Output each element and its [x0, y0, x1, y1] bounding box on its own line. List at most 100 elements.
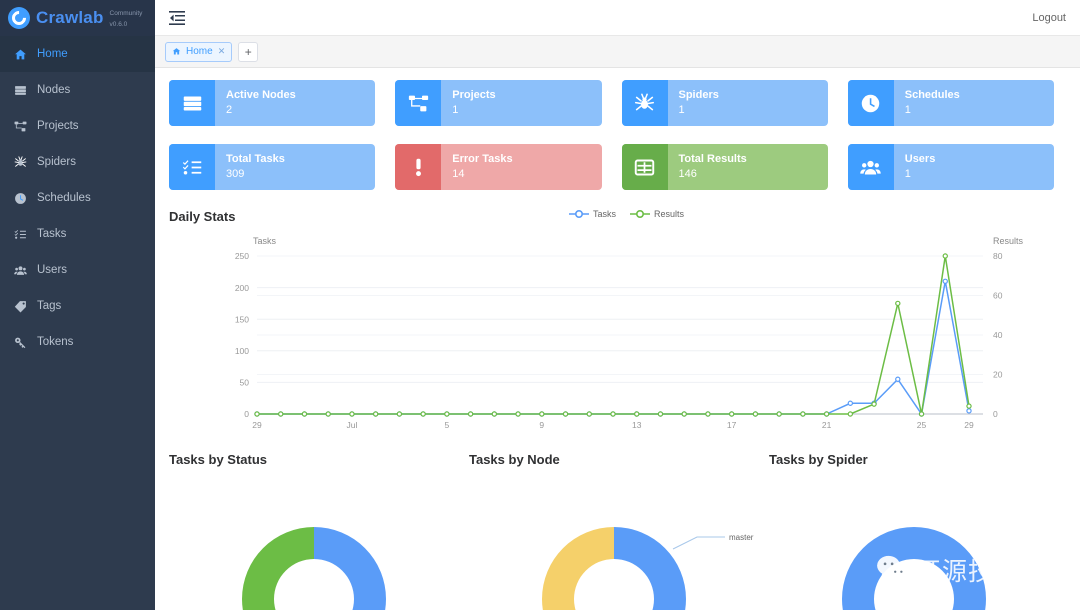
stat-card-value: 309 — [226, 167, 375, 182]
stat-card-value: 1 — [905, 103, 1054, 118]
stat-card-error-tasks[interactable]: Error Tasks14 — [395, 144, 601, 190]
table-icon — [622, 144, 668, 190]
y-tick-label-right: 20 — [993, 370, 1003, 380]
data-point[interactable] — [326, 412, 330, 416]
sidebar-item-tags[interactable]: Tags — [0, 288, 155, 324]
add-tab-button[interactable]: + — [238, 42, 258, 62]
sidebar-item-spiders[interactable]: Spiders — [0, 144, 155, 180]
donut-slice[interactable] — [314, 527, 386, 610]
donut-slice[interactable] — [614, 527, 686, 610]
data-point[interactable] — [848, 412, 852, 416]
page-content: Active Nodes2 Projects1 Spiders1 Schedules1… — [155, 68, 1080, 610]
data-point[interactable] — [635, 412, 639, 416]
data-point[interactable] — [492, 412, 496, 416]
sidebar-item-tasks[interactable]: Tasks — [0, 216, 155, 252]
data-point[interactable] — [896, 377, 900, 381]
tab-home[interactable]: Home ✕ — [165, 42, 232, 62]
spider-icon — [622, 80, 668, 126]
data-point[interactable] — [943, 254, 947, 258]
data-point[interactable] — [302, 412, 306, 416]
data-point[interactable] — [801, 412, 805, 416]
data-point[interactable] — [730, 412, 734, 416]
stat-card-value: 1 — [679, 103, 828, 118]
data-point[interactable] — [896, 301, 900, 305]
tag-icon — [14, 300, 27, 313]
donut-slice[interactable] — [542, 527, 614, 610]
sidebar-item-label: Users — [37, 264, 67, 276]
donut-slice[interactable] — [842, 527, 986, 610]
data-point[interactable] — [516, 412, 520, 416]
legend-marker-icon — [569, 209, 589, 219]
stat-card-label: Error Tasks — [452, 152, 601, 167]
series-line-tasks — [257, 281, 969, 414]
x-tick-label: 13 — [632, 420, 642, 430]
data-point[interactable] — [753, 412, 757, 416]
main-region: Logout Home ✕ + Active Nodes2 Projects1 Sp… — [155, 0, 1080, 610]
data-point[interactable] — [350, 412, 354, 416]
sidebar-item-home[interactable]: Home — [0, 36, 155, 72]
brand-header[interactable]: Crawlab Community v0.6.0 — [0, 0, 155, 36]
tasks-by-spider-chart — [769, 481, 1069, 591]
y-tick-label-right: 60 — [993, 291, 1003, 301]
data-point[interactable] — [825, 412, 829, 416]
data-point[interactable] — [255, 412, 259, 416]
data-point[interactable] — [445, 412, 449, 416]
stat-card-body: Active Nodes2 — [215, 80, 375, 126]
donut-slice[interactable] — [242, 527, 314, 610]
data-point[interactable] — [967, 409, 971, 413]
data-point[interactable] — [397, 412, 401, 416]
data-point[interactable] — [919, 412, 923, 416]
data-point[interactable] — [374, 412, 378, 416]
stat-card-users[interactable]: Users1 — [848, 144, 1054, 190]
data-point[interactable] — [943, 279, 947, 283]
close-icon[interactable]: ✕ — [218, 46, 226, 57]
data-point[interactable] — [587, 412, 591, 416]
donut-charts-row: Tasks by Status pending Tasks by Node ma… — [169, 452, 1054, 591]
stat-card-body: Error Tasks14 — [441, 144, 601, 190]
stat-card-total-results[interactable]: Total Results146 — [622, 144, 828, 190]
data-point[interactable] — [563, 412, 567, 416]
legend-item-tasks[interactable]: Tasks — [569, 209, 616, 219]
logout-button[interactable]: Logout — [1032, 12, 1066, 24]
stat-card-active-nodes[interactable]: Active Nodes2 — [169, 80, 375, 126]
stat-card-projects[interactable]: Projects1 — [395, 80, 601, 126]
data-point[interactable] — [706, 412, 710, 416]
stat-card-body: Total Tasks309 — [215, 144, 375, 190]
legend-item-results[interactable]: Results — [630, 209, 684, 219]
sidebar-item-nodes[interactable]: Nodes — [0, 72, 155, 108]
sidebar-item-schedules[interactable]: Schedules — [0, 180, 155, 216]
stat-card-value: 14 — [452, 167, 601, 182]
stat-card-total-tasks[interactable]: Total Tasks309 — [169, 144, 375, 190]
collapse-sidebar-icon[interactable] — [169, 10, 185, 26]
y-tick-label-left: 250 — [235, 251, 249, 261]
stat-card-body: Projects1 — [441, 80, 601, 126]
daily-stats-header: Daily Stats TasksResults — [169, 208, 1054, 224]
data-point[interactable] — [279, 412, 283, 416]
tasks-by-status-chart: pending — [169, 481, 469, 591]
stat-card-spiders[interactable]: Spiders1 — [622, 80, 828, 126]
data-point[interactable] — [872, 402, 876, 406]
stat-card-body: Spiders1 — [668, 80, 828, 126]
sidebar: Crawlab Community v0.6.0 HomeNodes Projec… — [0, 0, 155, 610]
data-point[interactable] — [682, 412, 686, 416]
data-point[interactable] — [611, 412, 615, 416]
sidebar-item-projects[interactable]: Projects — [0, 108, 155, 144]
data-point[interactable] — [848, 401, 852, 405]
data-point[interactable] — [540, 412, 544, 416]
data-point[interactable] — [658, 412, 662, 416]
data-point[interactable] — [469, 412, 473, 416]
sidebar-nav: HomeNodes Projects SpidersSchedules Tasks Us… — [0, 36, 155, 360]
stat-card-schedules[interactable]: Schedules1 — [848, 80, 1054, 126]
data-point[interactable] — [777, 412, 781, 416]
sidebar-item-label: Projects — [37, 120, 79, 132]
data-point[interactable] — [421, 412, 425, 416]
donut-title: Tasks by Status — [169, 452, 469, 467]
app-root: Crawlab Community v0.6.0 HomeNodes Projec… — [0, 0, 1080, 610]
stat-card-body: Users1 — [894, 144, 1054, 190]
sidebar-item-label: Tasks — [37, 228, 66, 240]
donut-svg: pending — [169, 481, 469, 601]
data-point[interactable] — [967, 404, 971, 408]
sidebar-item-tokens[interactable]: Tokens — [0, 324, 155, 360]
y-tick-label-right: 40 — [993, 330, 1003, 340]
sidebar-item-users[interactable]: Users — [0, 252, 155, 288]
